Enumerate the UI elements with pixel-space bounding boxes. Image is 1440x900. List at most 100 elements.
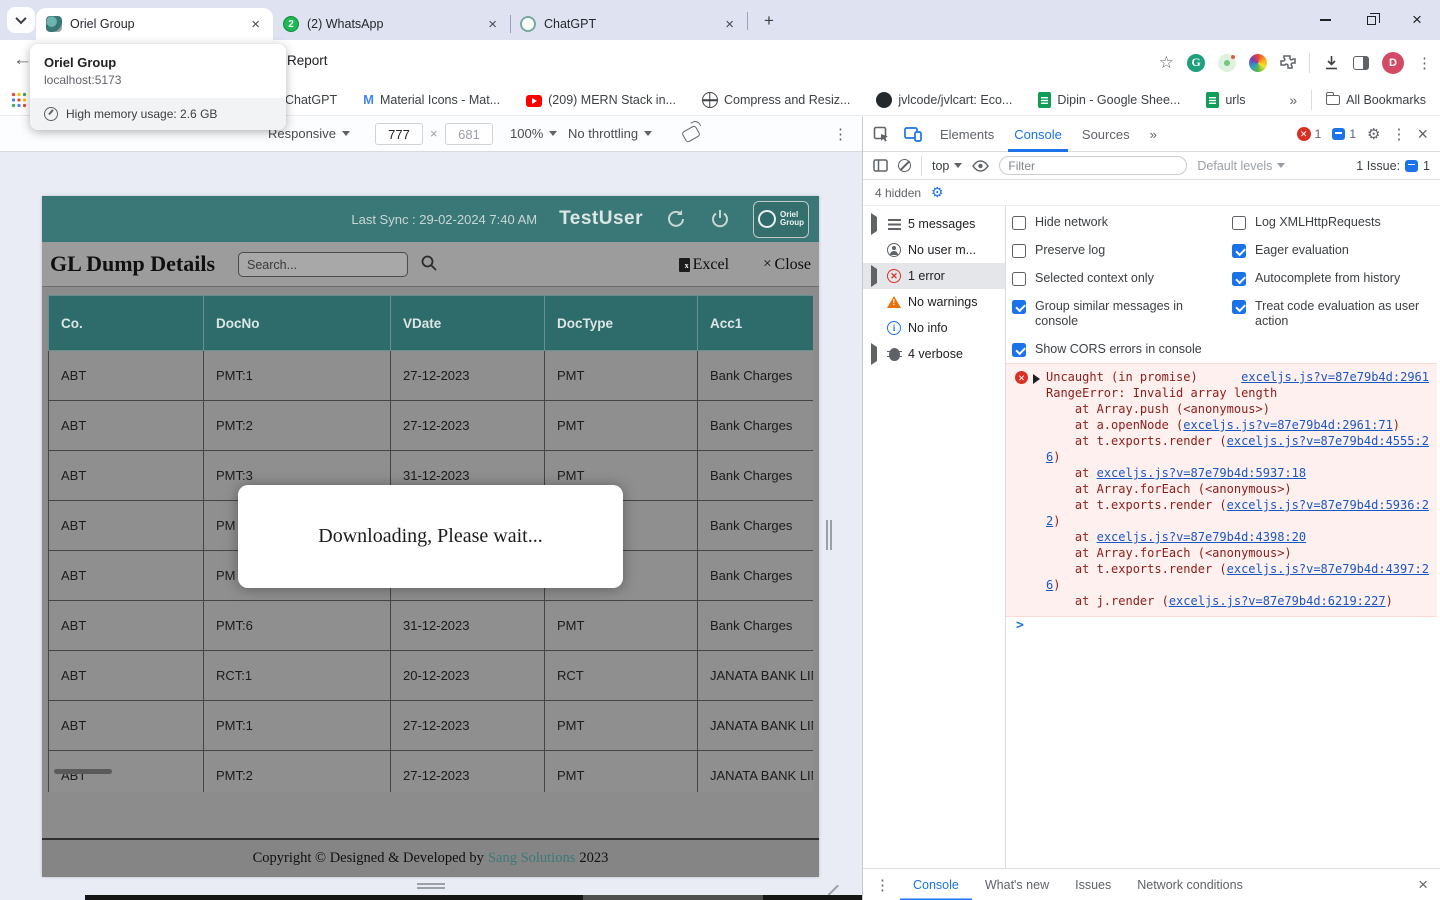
bookmark-item[interactable]: ChatGPT [285, 93, 337, 107]
browser-tab[interactable]: Oriel Group× [36, 8, 273, 40]
devtools-settings-icon[interactable]: ⚙ [1367, 125, 1380, 143]
profile-avatar[interactable]: D [1382, 52, 1404, 74]
console-setting[interactable]: Selected context only [1012, 271, 1232, 286]
console-setting[interactable]: Hide network [1012, 215, 1232, 230]
tab-close-icon[interactable]: × [485, 16, 500, 33]
console-setting[interactable]: Preserve log [1012, 243, 1232, 258]
checkbox-checked-icon[interactable] [1232, 300, 1246, 314]
devtools-menu-icon[interactable]: ⋮ [1391, 125, 1406, 143]
horizontal-scrollbar-thumb[interactable] [54, 769, 112, 774]
checkbox-checked-icon[interactable] [1232, 272, 1246, 286]
checkbox-checked-icon[interactable] [1232, 244, 1246, 258]
execution-context-select[interactable]: top [932, 159, 962, 173]
console-setting[interactable]: Show CORS errors in console [1012, 342, 1232, 357]
viewport-height-input[interactable] [445, 123, 493, 145]
checkbox-checked-icon[interactable] [1012, 300, 1026, 314]
devtools-close-button[interactable]: × [1417, 124, 1428, 145]
issues-count[interactable]: 1 [1332, 127, 1356, 141]
filter-settings-gear-icon[interactable]: ⚙ [931, 184, 944, 201]
console-filter-input[interactable] [999, 156, 1187, 175]
device-toolbar-toggle-icon[interactable] [904, 126, 922, 142]
clear-console-icon[interactable] [898, 159, 911, 172]
bookmark-star-icon[interactable]: ☆ [1159, 53, 1174, 73]
console-sidebar-item[interactable]: No user m... [863, 237, 1005, 263]
expand-triangle-icon[interactable] [871, 347, 880, 361]
drawer-tab-issues[interactable]: Issues [1062, 869, 1124, 900]
viewport-resize-handle-right[interactable] [826, 520, 834, 550]
console-sidebar-toggle-icon[interactable] [873, 159, 888, 172]
console-error-message[interactable]: ✕ Uncaught (in promise) exceljs.js?v=87e… [1006, 363, 1437, 617]
console-setting[interactable]: Eager evaluation [1232, 243, 1440, 258]
new-tab-button[interactable]: + [757, 9, 781, 33]
inspect-element-icon[interactable] [873, 126, 890, 143]
refresh-icon[interactable] [665, 208, 687, 230]
checkbox-icon[interactable] [1012, 244, 1026, 258]
bookmarks-overflow-button[interactable]: » [1289, 92, 1297, 108]
grammarly-extension-icon[interactable]: G [1187, 54, 1205, 72]
downloads-icon[interactable] [1323, 54, 1340, 71]
tab-close-icon[interactable]: × [722, 16, 737, 33]
expand-triangle-icon[interactable] [871, 269, 880, 283]
issues-counter[interactable]: 1 Issue:1 [1356, 159, 1430, 173]
throttling-select[interactable]: No throttling [568, 126, 652, 141]
console-prompt-chevron[interactable]: > [1016, 618, 1024, 633]
error-source-link[interactable]: exceljs.js?v=87e79b4d:2961 [1241, 369, 1429, 385]
tab-search-button[interactable] [7, 7, 35, 33]
viewport-resize-handle-corner[interactable] [819, 876, 839, 896]
devtools-tab-sources[interactable]: Sources [1072, 117, 1140, 152]
checkbox-icon[interactable] [1012, 272, 1026, 286]
bookmark-item[interactable]: Dipin - Google Shee... [1038, 92, 1180, 108]
log-levels-select[interactable]: Default levels [1197, 159, 1285, 173]
devtools-more-tabs[interactable]: » [1140, 117, 1167, 152]
power-logout-icon[interactable] [709, 208, 731, 230]
drawer-menu-icon[interactable]: ⋮ [875, 876, 890, 894]
bookmark-item[interactable]: jvlcode/jvlcart: Eco... [876, 92, 1012, 108]
console-sidebar-item[interactable]: 5 messages [863, 211, 1005, 237]
stack-source-link[interactable]: exceljs.js?v=87e79b4d:5937:18 [1097, 466, 1307, 480]
table-row[interactable]: ABTPMT:127-12-2023PMTBank Charges [49, 351, 814, 401]
minimize-button[interactable] [1302, 0, 1348, 40]
console-sidebar-item[interactable]: No warnings [863, 289, 1005, 315]
viewport-width-input[interactable] [375, 123, 423, 145]
checkbox-icon[interactable] [1232, 216, 1246, 230]
console-sidebar-item[interactable]: iNo info [863, 315, 1005, 341]
sang-solutions-link[interactable]: Sang Solutions [488, 850, 575, 867]
checkbox-icon[interactable] [1012, 216, 1026, 230]
devtools-tab-elements[interactable]: Elements [930, 117, 1004, 152]
console-sidebar-item[interactable]: 4 verbose [863, 341, 1005, 367]
eye-icon[interactable] [972, 160, 989, 172]
all-bookmarks-button[interactable]: All Bookmarks [1326, 93, 1426, 107]
table-row[interactable]: ABTPMT:127-12-2023PMTJANATA BANK LIM [49, 701, 814, 751]
stack-source-link[interactable]: exceljs.js?v=87e79b4d:2961:71 [1183, 418, 1393, 432]
console-setting[interactable]: Treat code evaluation as user action [1232, 299, 1440, 329]
browser-menu-icon[interactable]: ⋮ [1417, 54, 1432, 72]
console-setting[interactable]: Autocomplete from history [1232, 271, 1440, 286]
zoom-select[interactable]: 100% [510, 126, 557, 141]
devtools-tab-console[interactable]: Console [1004, 117, 1072, 152]
bookmark-item[interactable]: MMaterial Icons - Mat... [363, 92, 500, 108]
drawer-close-button[interactable]: × [1418, 875, 1428, 895]
extension-icon[interactable] [1218, 54, 1236, 72]
expand-triangle-icon[interactable] [871, 217, 880, 231]
console-error-count[interactable]: ✕1 [1297, 127, 1322, 141]
table-row[interactable]: ABTRCT:120-12-2023RCTJANATA BANK LIM [49, 651, 814, 701]
drawer-tab-what-s-new[interactable]: What's new [972, 869, 1062, 900]
checkbox-checked-icon[interactable] [1012, 343, 1026, 357]
table-row[interactable]: ABTPMT:227-12-2023PMTBank Charges [49, 401, 814, 451]
extensions-puzzle-icon[interactable] [1280, 55, 1296, 71]
search-icon[interactable] [420, 254, 438, 272]
device-toolbar-menu[interactable]: ⋮ [833, 125, 848, 143]
apps-grid-icon[interactable] [11, 92, 27, 108]
browser-tab[interactable]: 2(2) WhatsApp× [273, 8, 510, 40]
bookmark-item[interactable]: urls [1206, 92, 1245, 108]
console-setting[interactable]: Group similar messages in console [1012, 299, 1232, 329]
console-sidebar-item[interactable]: ✕1 error [863, 263, 1005, 289]
color-wheel-extension-icon[interactable] [1249, 54, 1267, 72]
console-setting[interactable]: Log XMLHttpRequests [1232, 215, 1440, 230]
bookmark-item[interactable]: Compress and Resiz... [702, 92, 850, 108]
maximize-button[interactable] [1348, 0, 1394, 40]
tab-close-icon[interactable]: × [248, 16, 263, 33]
bookmark-item[interactable]: (209) MERN Stack in... [526, 93, 676, 107]
table-row[interactable]: ABTPMT:631-12-2023PMTBank Charges [49, 601, 814, 651]
rotate-viewport-button[interactable] [683, 128, 699, 140]
